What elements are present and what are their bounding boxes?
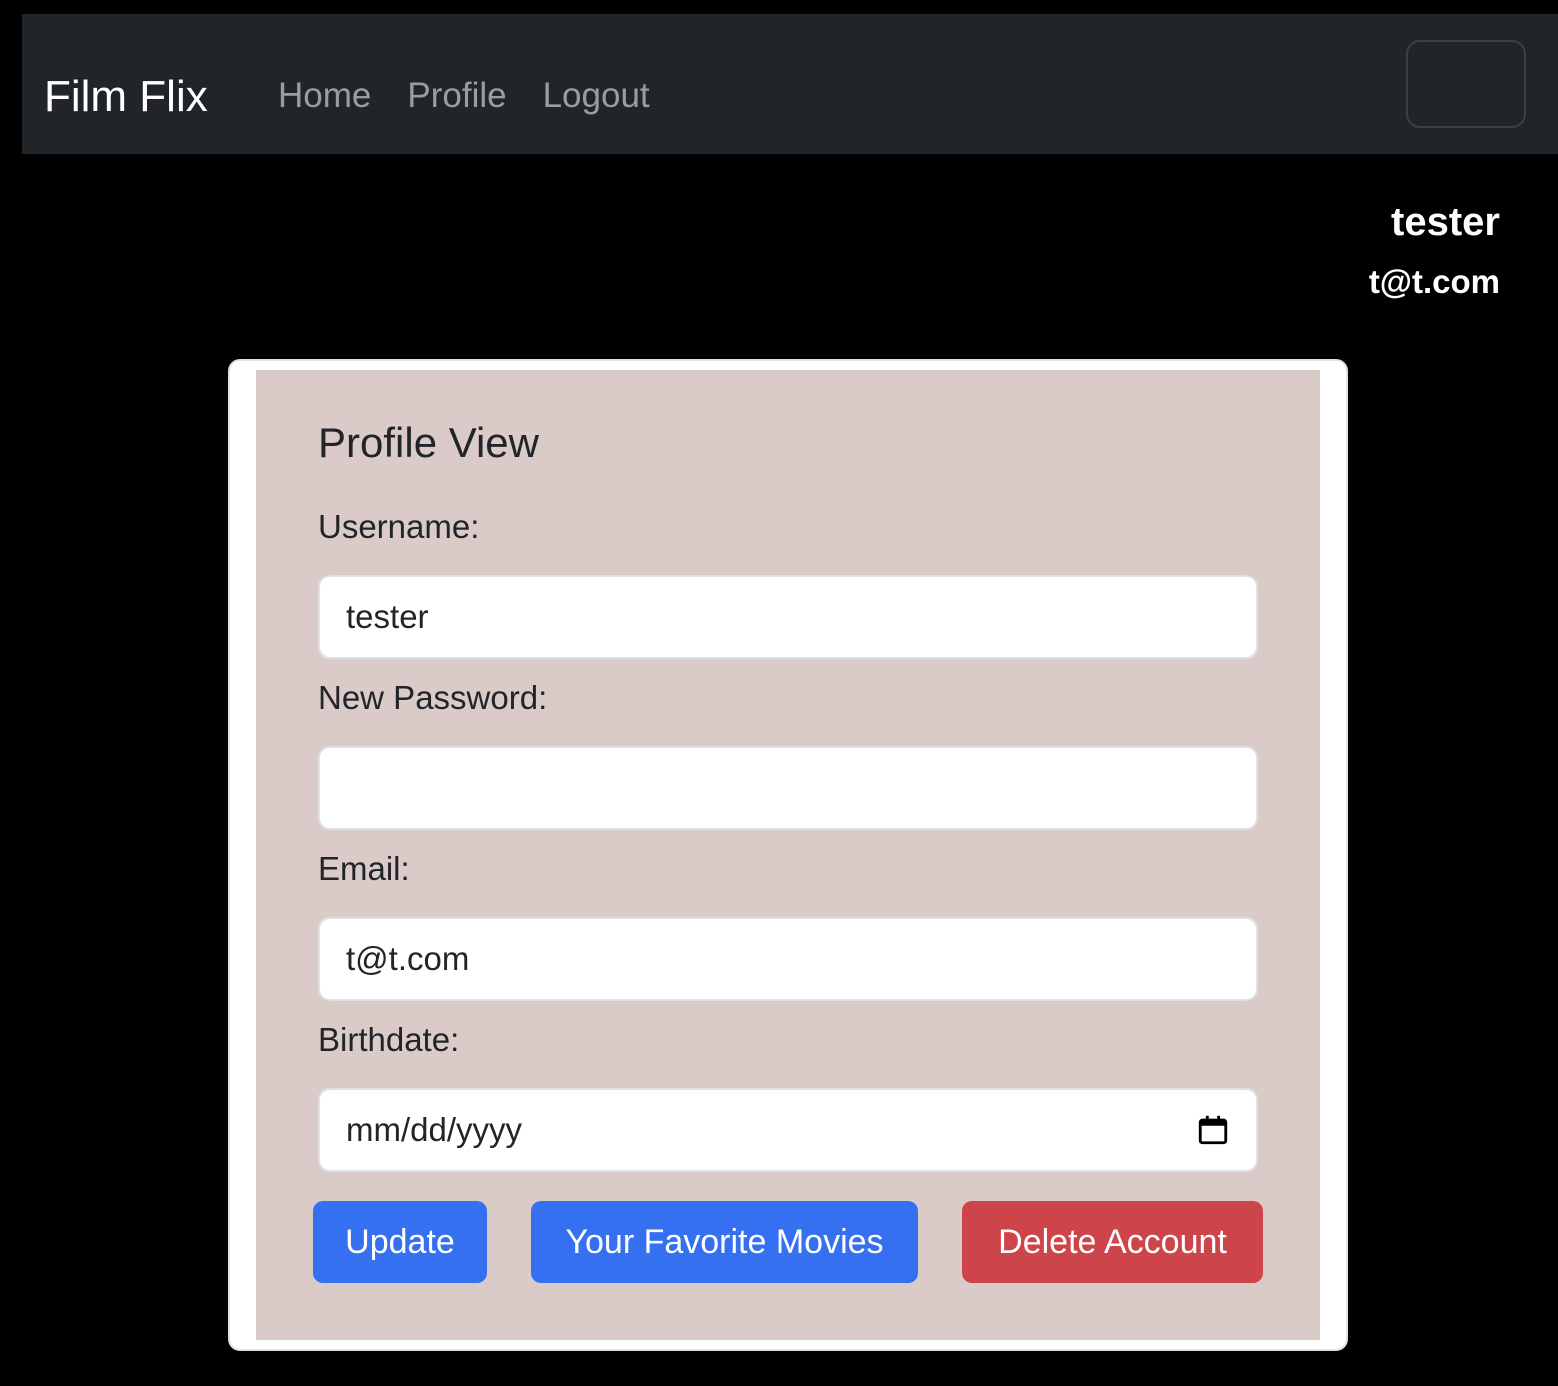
email-input[interactable]: t@t.com bbox=[318, 917, 1258, 1001]
birthdate-placeholder: mm/dd/yyyy bbox=[346, 1111, 523, 1148]
nav-link-profile[interactable]: Profile bbox=[407, 72, 506, 120]
favorite-movies-button[interactable]: Your Favorite Movies bbox=[531, 1201, 918, 1283]
navbar-toggler-button[interactable] bbox=[1406, 40, 1526, 128]
password-input[interactable] bbox=[318, 746, 1258, 830]
calendar-icon[interactable] bbox=[1196, 1113, 1230, 1147]
update-button[interactable]: Update bbox=[313, 1201, 487, 1283]
delete-account-button[interactable]: Delete Account bbox=[962, 1201, 1263, 1283]
birthdate-label: Birthdate: bbox=[318, 1021, 460, 1058]
birthdate-input[interactable]: mm/dd/yyyy bbox=[318, 1088, 1258, 1172]
password-label: New Password: bbox=[318, 679, 548, 716]
nav-links: Home Profile Logout bbox=[278, 72, 650, 120]
email-label: Email: bbox=[318, 850, 410, 887]
user-header: tester t@t.com bbox=[1369, 198, 1500, 302]
email-input-value: t@t.com bbox=[346, 940, 470, 977]
nav-link-logout[interactable]: Logout bbox=[543, 72, 650, 120]
page-title: Profile View bbox=[318, 419, 539, 466]
username-label: Username: bbox=[318, 508, 480, 545]
nav-link-home[interactable]: Home bbox=[278, 72, 371, 120]
profile-card-body: Profile View Username: tester New Passwo… bbox=[256, 370, 1320, 1340]
user-email: t@t.com bbox=[1368, 263, 1500, 300]
brand-link[interactable]: Film Flix bbox=[44, 70, 208, 124]
username-input[interactable]: tester bbox=[318, 575, 1258, 659]
username-input-value: tester bbox=[346, 598, 429, 635]
navbar: Film Flix Home Profile Logout bbox=[22, 14, 1558, 154]
user-name: tester bbox=[1391, 200, 1500, 244]
profile-card: Profile View Username: tester New Passwo… bbox=[228, 359, 1348, 1351]
